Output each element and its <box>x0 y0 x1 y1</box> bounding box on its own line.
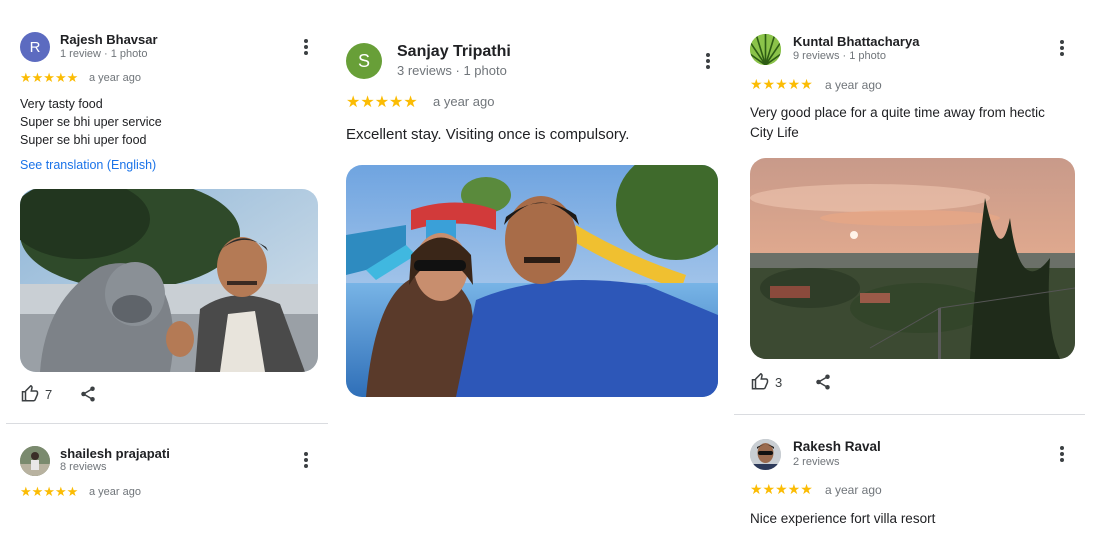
like-count: 3 <box>775 374 783 390</box>
avatar-photo <box>750 439 781 470</box>
reviewer-name[interactable]: Sanjay Tripathi <box>397 43 511 61</box>
avatar-photo <box>20 446 50 476</box>
review-text: Excellent stay. Visiting once is compuls… <box>346 126 630 143</box>
review-date: a year ago <box>433 94 495 109</box>
avatar-letter: S <box>357 50 370 71</box>
star-rating: ★★★★★ <box>20 70 79 85</box>
review-text: Nice experience fort villa resort <box>750 511 936 526</box>
avatar[interactable] <box>750 439 781 470</box>
reviewer-meta: 1 review · 1 photo <box>60 48 148 60</box>
review-text-line: City Life <box>750 125 799 140</box>
review-photo[interactable] <box>20 189 318 372</box>
review-text-line: Super se bhi uper food <box>20 133 147 147</box>
reviewer-meta: 9 reviews · 1 photo <box>793 50 886 62</box>
star-rating: ★★★★★ <box>750 76 813 92</box>
share-icon <box>816 374 830 390</box>
review-date: a year ago <box>825 483 882 497</box>
avatar[interactable]: R <box>20 32 50 62</box>
more-options-button[interactable] <box>698 51 718 75</box>
more-vert-icon <box>296 39 316 55</box>
star-rating: ★★★★★ <box>750 481 813 497</box>
more-options-button[interactable] <box>1052 38 1072 62</box>
share-button[interactable] <box>79 385 97 403</box>
review-text-line: Super se bhi uper service <box>20 115 162 129</box>
avatar[interactable] <box>750 34 781 65</box>
review-photo[interactable] <box>346 165 718 397</box>
avatar-leaf-image <box>750 34 781 65</box>
reviewer-meta: 3 reviews · 1 photo <box>397 63 507 78</box>
like-count: 7 <box>45 386 53 402</box>
thumb-up-icon <box>21 385 39 402</box>
photo-gorilla-statue <box>20 189 318 372</box>
review-date: a year ago <box>89 72 141 84</box>
photo-sunset-landscape <box>750 158 1075 359</box>
star-rating: ★★★★★ <box>20 484 79 499</box>
review-date: a year ago <box>825 78 882 92</box>
divider <box>6 423 328 424</box>
more-options-button[interactable] <box>296 450 316 474</box>
more-options-button[interactable] <box>1052 444 1072 468</box>
more-vert-icon <box>296 452 316 468</box>
see-translation-link[interactable]: See translation (English) <box>20 158 156 172</box>
avatar-letter: R <box>29 38 41 56</box>
more-vert-icon <box>1052 40 1072 56</box>
reviewer-meta: 8 reviews <box>60 461 107 473</box>
review-photo[interactable] <box>750 158 1075 359</box>
review-text-line: Very tasty food <box>20 97 103 111</box>
like-button[interactable]: 3 <box>751 373 782 391</box>
photo-waterpark-selfie <box>346 165 718 397</box>
share-icon <box>81 386 95 402</box>
avatar[interactable]: S <box>346 43 382 79</box>
reviewer-name[interactable]: Rakesh Raval <box>793 439 881 454</box>
more-options-button[interactable] <box>296 37 316 61</box>
review-text-line: Very good place for a quite time away fr… <box>750 105 1045 120</box>
reviewer-name[interactable]: Rajesh Bhavsar <box>60 32 158 47</box>
more-vert-icon <box>698 53 718 69</box>
share-button[interactable] <box>814 373 832 391</box>
reviewer-name[interactable]: shailesh prajapati <box>60 446 170 461</box>
review-date: a year ago <box>89 486 141 498</box>
like-button[interactable]: 7 <box>21 385 52 403</box>
reviewer-name[interactable]: Kuntal Bhattacharya <box>793 34 919 49</box>
reviewer-meta: 2 reviews <box>793 456 840 468</box>
star-rating: ★★★★★ <box>346 94 418 111</box>
more-vert-icon <box>1052 446 1072 462</box>
avatar[interactable] <box>20 446 50 476</box>
divider <box>734 414 1085 415</box>
thumb-up-icon <box>751 373 769 390</box>
